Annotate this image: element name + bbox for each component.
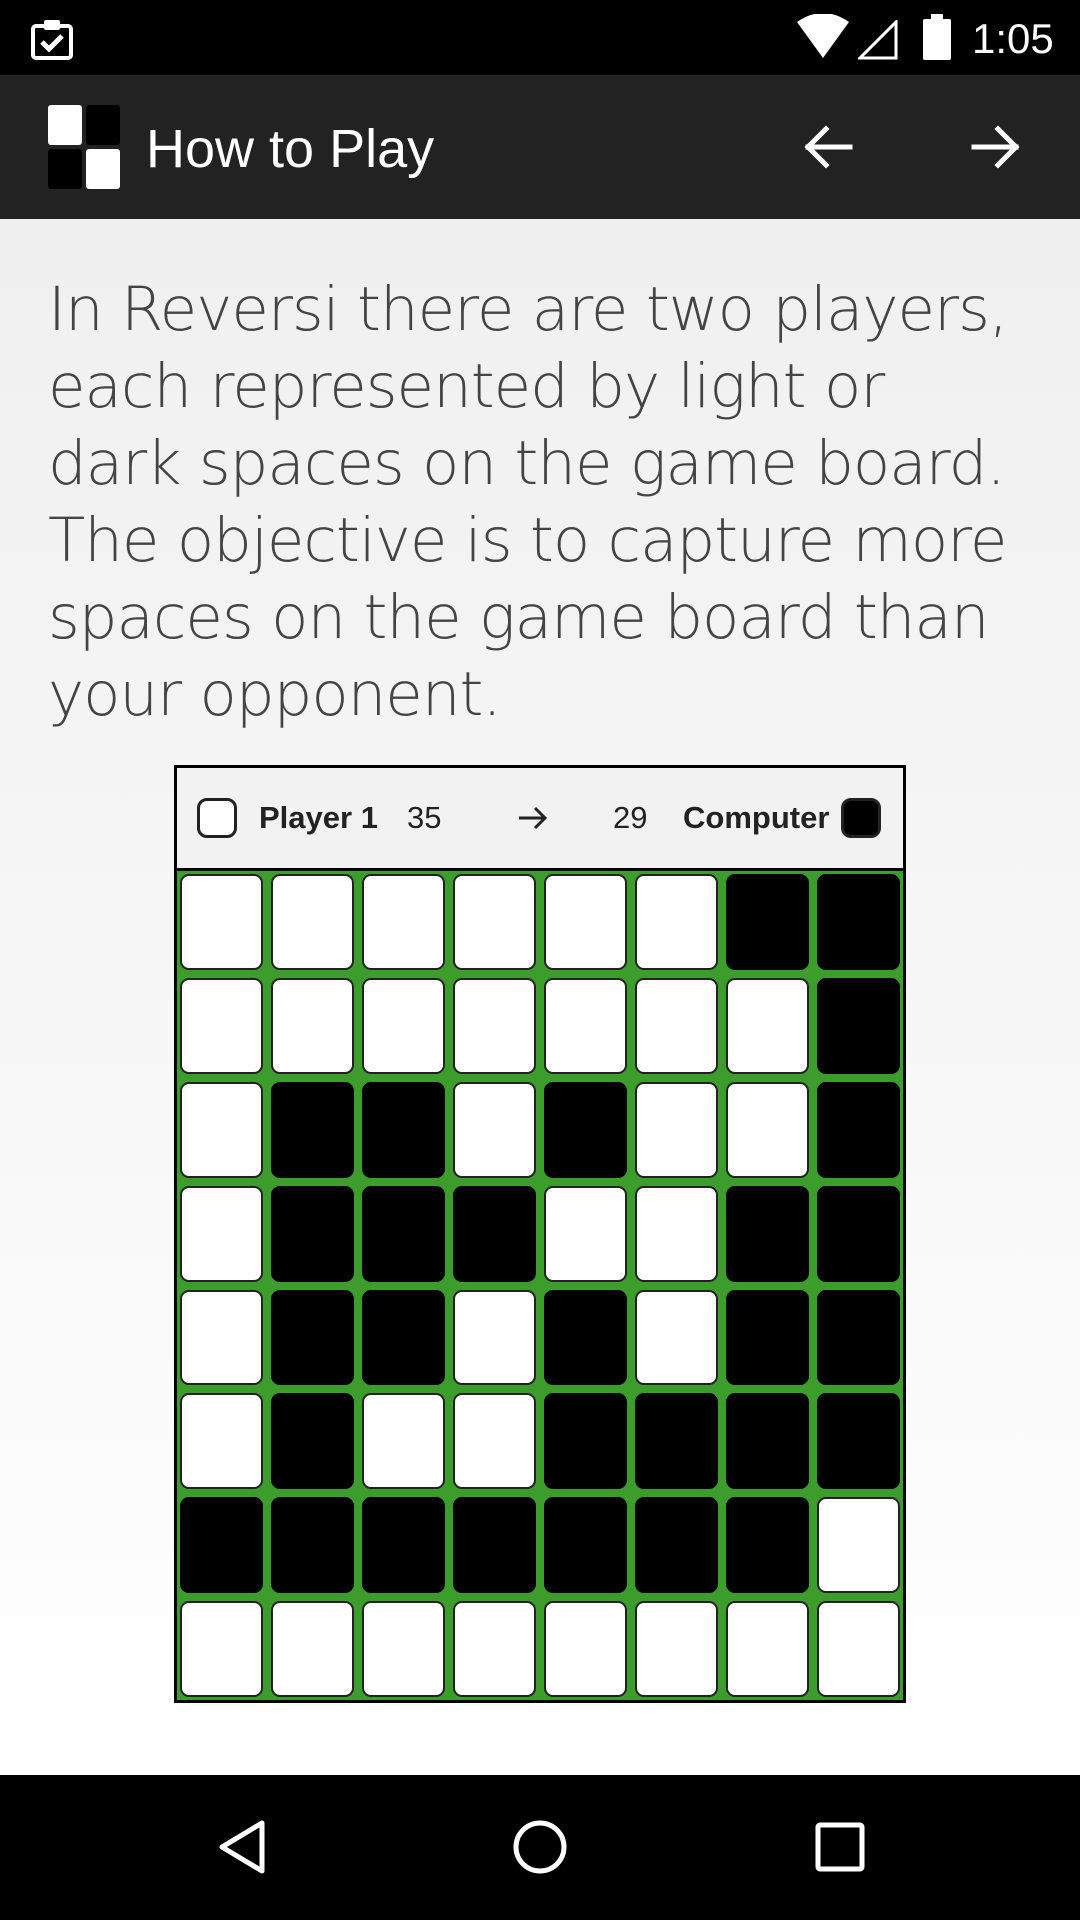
board-cell-light — [180, 1185, 263, 1282]
board-cell-light — [362, 1601, 445, 1697]
board-cell-light — [362, 874, 445, 970]
page-title: How to Play — [146, 119, 435, 179]
board-cell-light — [635, 1289, 718, 1386]
board-cell-dark — [817, 1289, 900, 1386]
clock: 1:05 — [972, 15, 1054, 62]
board-cell-dark — [726, 1185, 809, 1282]
board-cell-dark — [271, 1289, 354, 1386]
content-area: In Reversi there are two players, each r… — [0, 219, 1080, 1775]
board-cell-dark — [817, 1081, 900, 1178]
board-cell-light — [271, 1601, 354, 1697]
board-cell-light — [817, 1601, 900, 1697]
board-cell-dark — [817, 1393, 900, 1490]
computer-chip-icon — [841, 798, 881, 838]
board-cell-light — [362, 977, 445, 1074]
board-cell-dark — [180, 1497, 263, 1594]
player-chip-icon — [197, 798, 237, 838]
board-cell-light — [453, 1601, 536, 1697]
computer-score: 29 — [613, 800, 648, 835]
board-cell-light — [271, 874, 354, 970]
board-cell-dark — [544, 1289, 627, 1386]
board-cell-dark — [544, 1497, 627, 1594]
board-cell-light — [544, 1601, 627, 1697]
nav-recents-icon[interactable] — [810, 1817, 870, 1877]
board-cell-light — [362, 1393, 445, 1490]
intro-text: In Reversi there are two players, each r… — [48, 274, 1008, 730]
nav-back-icon[interactable] — [212, 1817, 272, 1877]
board-cell-light — [180, 1081, 263, 1178]
example-board: Player 1 35 29 Computer — [174, 765, 906, 1703]
board-cell-light — [453, 977, 536, 1074]
board-cell-light — [453, 1393, 536, 1490]
app-logo-icon — [48, 105, 122, 189]
board-cell-light — [635, 1601, 718, 1697]
board-cell-light — [180, 977, 263, 1074]
board-cell-dark — [271, 1185, 354, 1282]
board-cell-light — [635, 874, 718, 970]
board-cell-light — [726, 977, 809, 1074]
board-cell-dark — [726, 874, 809, 970]
board-cell-light — [271, 977, 354, 1074]
scoreboard: Player 1 35 29 Computer — [177, 768, 903, 868]
nav-home-icon[interactable] — [510, 1817, 570, 1877]
computer-name: Computer — [683, 800, 830, 835]
board-cell-dark — [817, 874, 900, 970]
board-cell-dark — [362, 1185, 445, 1282]
board-cell-light — [726, 1601, 809, 1697]
board-cell-dark — [726, 1289, 809, 1386]
board-cell-light — [635, 1081, 718, 1178]
board-cell-light — [180, 1393, 263, 1490]
board-cell-light — [635, 1185, 718, 1282]
board-cell-dark — [544, 1393, 627, 1490]
turn-arrow-icon — [519, 806, 548, 830]
board-cell-dark — [271, 1393, 354, 1490]
board-cell-light — [453, 1081, 536, 1178]
board-cell-light — [180, 1289, 263, 1386]
clipboard-check-icon — [31, 20, 73, 60]
board-cell-light — [453, 874, 536, 970]
board-cell-light — [635, 977, 718, 1074]
action-bar: How to Play — [0, 75, 1080, 219]
board-cell-dark — [817, 1185, 900, 1282]
board-cell-light — [544, 977, 627, 1074]
board-cell-dark — [635, 1393, 718, 1490]
cell-signal-icon — [858, 20, 898, 60]
board-cell-light — [544, 874, 627, 970]
wifi-icon — [797, 14, 849, 58]
board-cell-dark — [271, 1081, 354, 1178]
board-cell-dark — [544, 1081, 627, 1178]
board-cell-dark — [362, 1081, 445, 1178]
system-nav-bar — [0, 1775, 1080, 1920]
forward-arrow-icon[interactable] — [964, 115, 1028, 179]
board-cell-light — [726, 1081, 809, 1178]
board-cell-light — [453, 1289, 536, 1386]
board-cell-light — [544, 1185, 627, 1282]
player-name: Player 1 — [259, 800, 378, 835]
status-bar: 1:05 — [0, 0, 1080, 75]
board-cell-light — [817, 1497, 900, 1594]
board-cell-dark — [271, 1497, 354, 1594]
board-cell-dark — [362, 1497, 445, 1594]
player-score: 35 — [407, 800, 442, 835]
board-cell-dark — [362, 1289, 445, 1386]
board-cell-dark — [453, 1497, 536, 1594]
back-arrow-icon[interactable] — [796, 115, 860, 179]
board-cell-dark — [635, 1497, 718, 1594]
board-grid — [177, 868, 903, 1700]
board-cell-dark — [817, 977, 900, 1074]
board-cell-dark — [453, 1185, 536, 1282]
battery-icon — [923, 14, 951, 60]
board-cell-light — [180, 1601, 263, 1697]
board-cell-dark — [726, 1393, 809, 1490]
board-cell-dark — [726, 1497, 809, 1594]
board-cell-light — [180, 874, 263, 970]
